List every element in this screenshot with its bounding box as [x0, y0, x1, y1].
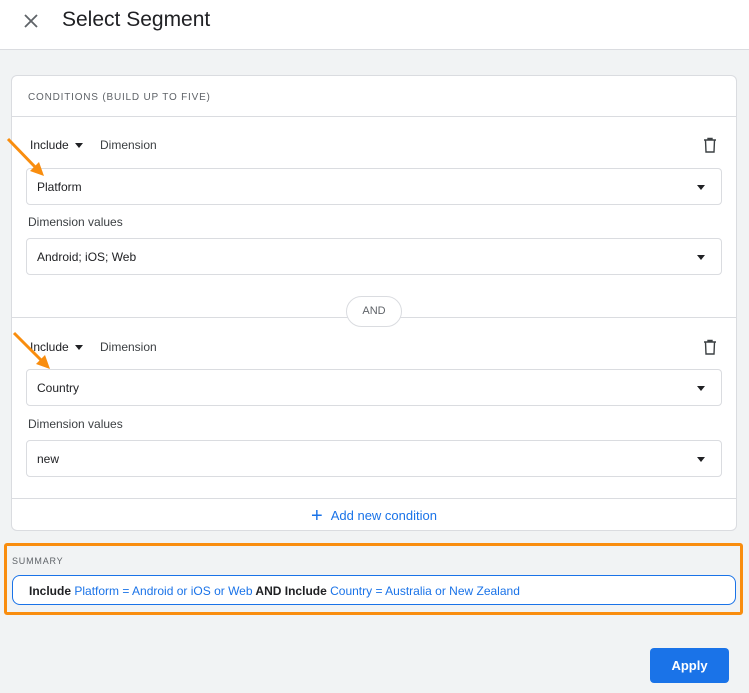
dropdown-arrow-icon: [697, 185, 705, 190]
plus-icon: +: [311, 505, 323, 527]
and-joiner: AND: [346, 296, 402, 327]
summary-section: SUMMARY Include Platform = Android or iO…: [4, 543, 743, 615]
delete-icon[interactable]: [703, 137, 717, 153]
dimension-values-value-1: Android; iOS; Web: [37, 250, 137, 264]
apply-button[interactable]: Apply: [650, 648, 729, 683]
dimension-type-label-2: Dimension: [100, 340, 157, 354]
dimension-values-label-2: Dimension values: [28, 417, 123, 431]
dimension-select-2[interactable]: Country: [26, 369, 722, 406]
dimension-values-select-1[interactable]: Android; iOS; Web: [26, 238, 722, 275]
summary-condition-1: Platform = Android or iOS or Web: [74, 584, 253, 598]
include-dropdown-1[interactable]: Include: [30, 138, 83, 152]
include-label: Include: [30, 138, 69, 152]
dropdown-arrow-icon: [697, 457, 705, 462]
conditions-heading: CONDITIONS (BUILD UP TO FIVE): [12, 76, 736, 117]
caret-down-icon: [74, 143, 83, 149]
dimension-type-label-1: Dimension: [100, 138, 157, 152]
add-condition-button[interactable]: + Add new condition: [12, 498, 736, 532]
summary-condition-2: Country = Australia or New Zealand: [330, 584, 520, 598]
page-title: Select Segment: [62, 8, 211, 31]
summary-and-include: AND Include: [252, 584, 331, 598]
dimension-value-1: Platform: [37, 180, 82, 194]
delete-icon[interactable]: [703, 339, 717, 355]
caret-down-icon: [74, 345, 83, 351]
conditions-heading-text: CONDITIONS (BUILD UP TO FIVE): [28, 92, 211, 103]
dimension-select-1[interactable]: Platform: [26, 168, 722, 205]
summary-include-1: Include: [29, 584, 75, 598]
summary-text: Include Platform = Android or iOS or Web…: [12, 575, 736, 605]
dropdown-arrow-icon: [697, 255, 705, 260]
dimension-value-2: Country: [37, 381, 80, 395]
include-dropdown-2[interactable]: Include: [30, 340, 83, 354]
dimension-values-value-2: new: [37, 452, 60, 466]
dimension-values-label-1: Dimension values: [28, 215, 123, 229]
conditions-card: CONDITIONS (BUILD UP TO FIVE) Include Di…: [11, 75, 737, 531]
add-condition-label: Add new condition: [330, 508, 437, 523]
close-icon[interactable]: [20, 10, 42, 32]
summary-label: SUMMARY: [12, 556, 64, 566]
dropdown-arrow-icon: [697, 386, 705, 391]
dialog-header: Select Segment: [0, 0, 749, 50]
include-label: Include: [30, 340, 69, 354]
dimension-values-select-2[interactable]: new: [26, 440, 722, 477]
